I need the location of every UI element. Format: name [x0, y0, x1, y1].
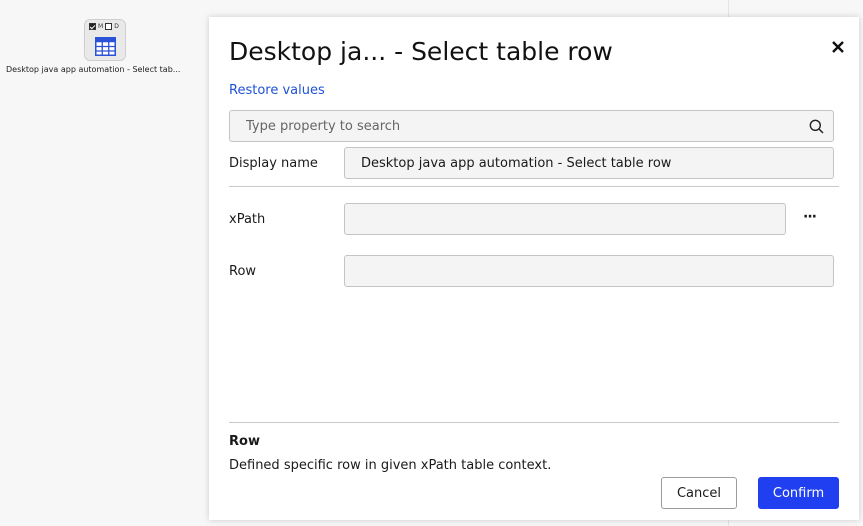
xpath-field[interactable]: [344, 203, 786, 235]
confirm-button[interactable]: Confirm: [758, 477, 839, 509]
search-input[interactable]: [230, 111, 833, 141]
description-text: Defined specific row in given xPath tabl…: [229, 458, 552, 473]
xpath-label: xPath: [229, 212, 266, 227]
cancel-button[interactable]: Cancel: [661, 477, 737, 509]
node-label: Desktop java app automation - Select tab…: [6, 65, 181, 74]
node-flags: M D: [89, 23, 119, 30]
properties-dialog: Desktop ja... - Select table row Restore…: [209, 17, 859, 520]
divider: [229, 422, 839, 423]
display-name-field[interactable]: Desktop java app automation - Select tab…: [344, 147, 834, 179]
table-node[interactable]: M D: [84, 19, 126, 61]
property-search: [229, 110, 834, 142]
row-field[interactable]: [344, 255, 834, 287]
more-icon[interactable]: ···: [803, 209, 817, 225]
divider: [229, 186, 839, 187]
restore-values-link[interactable]: Restore values: [229, 83, 325, 98]
description-title: Row: [229, 434, 260, 449]
checkbox-icon[interactable]: [89, 23, 96, 30]
checkbox-icon[interactable]: [105, 23, 113, 30]
flag-m-label: M: [98, 23, 104, 30]
display-name-label: Display name: [229, 156, 318, 171]
table-icon: [95, 37, 116, 56]
search-icon[interactable]: [809, 119, 824, 134]
row-label: Row: [229, 264, 257, 279]
flag-d-label: D: [114, 23, 119, 30]
dialog-title: Desktop ja... - Select table row: [229, 37, 613, 66]
close-icon[interactable]: [830, 39, 846, 55]
workflow-canvas: M D Desktop java app automation - Select…: [0, 0, 863, 526]
